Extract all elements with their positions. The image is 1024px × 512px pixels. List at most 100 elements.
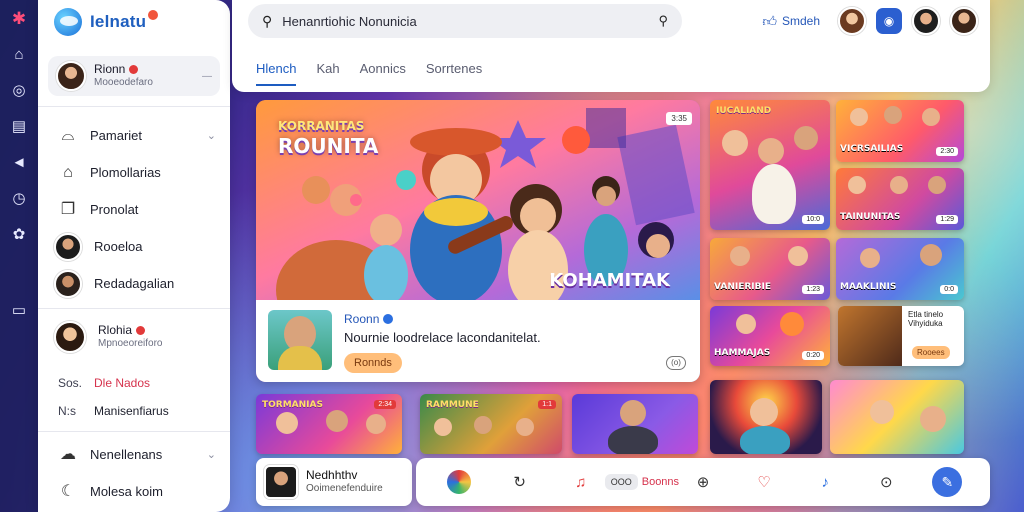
compose-button[interactable]: ✎ [917,467,978,497]
tab-0[interactable]: Hlench [256,58,297,86]
sidebar-item-label: Plomollarias [90,165,161,180]
duration-badge: 10:0 [802,215,824,224]
thumbnail-caption: TORMANIAS [262,400,323,410]
video-side-card[interactable]: Etla tinelo Vihyiduka Rooees [838,306,964,366]
sidebar-bottom-item-0[interactable]: ☁ Nenellenans ⌄ [48,436,220,473]
chevron-down-icon[interactable]: ⌄ [207,448,216,461]
globe-button[interactable] [428,467,489,497]
thumbnail-figure [366,414,386,434]
now-playing-thumbnail [264,465,298,499]
tent-icon: ⌓ [61,126,75,144]
sidebar-item-0[interactable]: ⌓ Pamariet ⌄ [48,117,220,154]
thumbnail-image [838,306,902,366]
video-thumbnail[interactable]: TAINUNITAS 1:29 [836,168,964,230]
video-thumbnail[interactable]: VICRSAILIAS 2:30 [836,100,964,162]
app-logo-icon[interactable]: ✱ [10,10,28,28]
mini-row[interactable]: Sos. Dle Nados [48,369,220,397]
channel-name-row[interactable]: Roonn [344,312,688,326]
tab-3[interactable]: Sorrtenes [426,58,482,86]
video-thumbnail[interactable] [830,380,964,454]
heart-button[interactable]: ♡ [734,467,795,497]
brand[interactable]: Ielnatu [48,0,220,44]
profile-card[interactable]: Rionn Mooeodefaro — [48,56,220,96]
window-icon[interactable]: ▭ [10,302,28,320]
thumbnail-caption: RAMMUNE [426,400,479,410]
sidebar-item-2[interactable]: ❐ Pronolat [48,191,220,228]
hero-info: Roonn Nournie loodrelace lacondanitelat.… [256,300,700,382]
profile-item-2[interactable]: Rlohia Mpnoeoreiforo [48,315,220,359]
video-thumbnail[interactable]: HAMMAJAS 0:20 [710,306,830,366]
sidebar-item-4[interactable]: Redadagalian [48,265,220,302]
video-thumbnail[interactable] [572,394,698,454]
more-options-icon[interactable]: (o) [666,356,686,370]
apps-icon[interactable]: ✿ [10,226,28,244]
video-thumbnail[interactable]: RAMMUNE 1:1 [420,394,562,454]
megaphone-icon[interactable]: ◄ [10,154,28,172]
compass-button[interactable]: ⊕ [672,467,733,497]
avatar[interactable] [912,7,940,35]
thumbnail-figure [884,106,902,124]
sidebar-bottom-item-1[interactable]: ☾ Molesa koim [48,473,220,510]
chevron-down-icon[interactable]: — [202,71,212,82]
sidebar-item-label: Pronolat [90,202,139,217]
thumbnail-figure [516,418,534,436]
video-thumbnail[interactable]: MAAKLINIS 0:0 [836,238,964,300]
tab-2[interactable]: Aonnics [360,58,406,86]
refresh-button[interactable]: ↻ [489,467,550,497]
subscribe-label: Smdeh [781,14,820,28]
account-avatar[interactable] [950,7,978,35]
search-bar[interactable]: ⚲ ⚲ [248,4,682,38]
home-icon[interactable]: ⌂ [10,46,28,64]
search-submit-icon[interactable]: ⚲ [658,13,668,29]
thumbnail-figure [848,176,866,194]
library-icon[interactable]: ▤ [10,118,28,136]
thumbnail-figure [620,400,646,426]
chevron-down-icon[interactable]: ⌄ [207,129,216,142]
chat-icon[interactable]: ◉ [876,8,902,34]
thumbnail-figure [850,108,868,126]
thumbnail-figure [928,176,946,194]
profile-name-row: Rionn [94,62,194,76]
hero-pill-button[interactable]: Ronnds [344,353,402,373]
video-thumbnail[interactable]: VANIERIBIE 1:23 [710,238,830,300]
mini-row[interactable]: N:s Manisenfiarus [48,397,220,425]
header-actions: 👍︎ Smdeh ◉ [762,5,978,37]
sidebar-item-label: Nenellenans [90,447,163,462]
thumbnail-figure [794,126,818,150]
refresh-icon: ↻ [513,474,526,491]
subscribe-button[interactable]: 👍︎ Smdeh [762,13,820,30]
avatar [56,61,86,91]
now-playing-card[interactable]: Nedhhthv Ooimenefenduire [256,458,412,506]
search-input[interactable] [282,13,649,29]
note-button[interactable]: ♪ [795,467,856,497]
clock-icon[interactable]: ◷ [10,190,28,208]
explore-icon[interactable]: ◎ [10,82,28,100]
channel-thumbnail[interactable] [268,310,332,370]
mini-key: N:s [58,404,76,418]
sidebar: Ielnatu Rionn Mooeodefaro — ⌓ Pamariet ⌄… [38,0,230,512]
label-button[interactable]: OOO Boonns [604,467,679,497]
thumbnail-figure [860,248,880,268]
thumbnail-figure [276,412,298,434]
video-thumbnail[interactable]: TORMANIAS 2:34 [256,394,402,454]
thumbnail-figure [730,246,750,266]
sidebar-item-3[interactable]: Rooeloa [48,228,220,265]
hero-card[interactable]: KORRANITAS ROUNITA 3:35 KOHAMITAK Roonn … [256,100,700,382]
more-icon: ⊙ [880,474,893,491]
side-card-text: Etla tinelo Vihyiduka [908,310,944,328]
live-dot [129,64,139,74]
more-button[interactable]: ⊙ [856,467,917,497]
avatar[interactable] [838,7,866,35]
moon-icon: ☾ [60,482,76,500]
tab-1[interactable]: Kah [316,58,339,86]
sidebar-item-label: Molesa koim [90,484,163,499]
sidebar-item-1[interactable]: ⌂ Plomollarias [48,154,220,191]
music-button[interactable]: ♫ [550,467,611,497]
side-card-pill[interactable]: Rooees [912,346,950,359]
thumbnail-figure [736,314,756,334]
top-header: ⚲ ⚲ 👍︎ Smdeh ◉ Hlench Kah Aonnics Sorrte… [232,0,990,92]
video-thumbnail[interactable] [710,380,822,454]
duration-badge: 0:20 [802,351,824,360]
video-thumbnail[interactable]: IUCALIAND 10:0 [710,100,830,230]
